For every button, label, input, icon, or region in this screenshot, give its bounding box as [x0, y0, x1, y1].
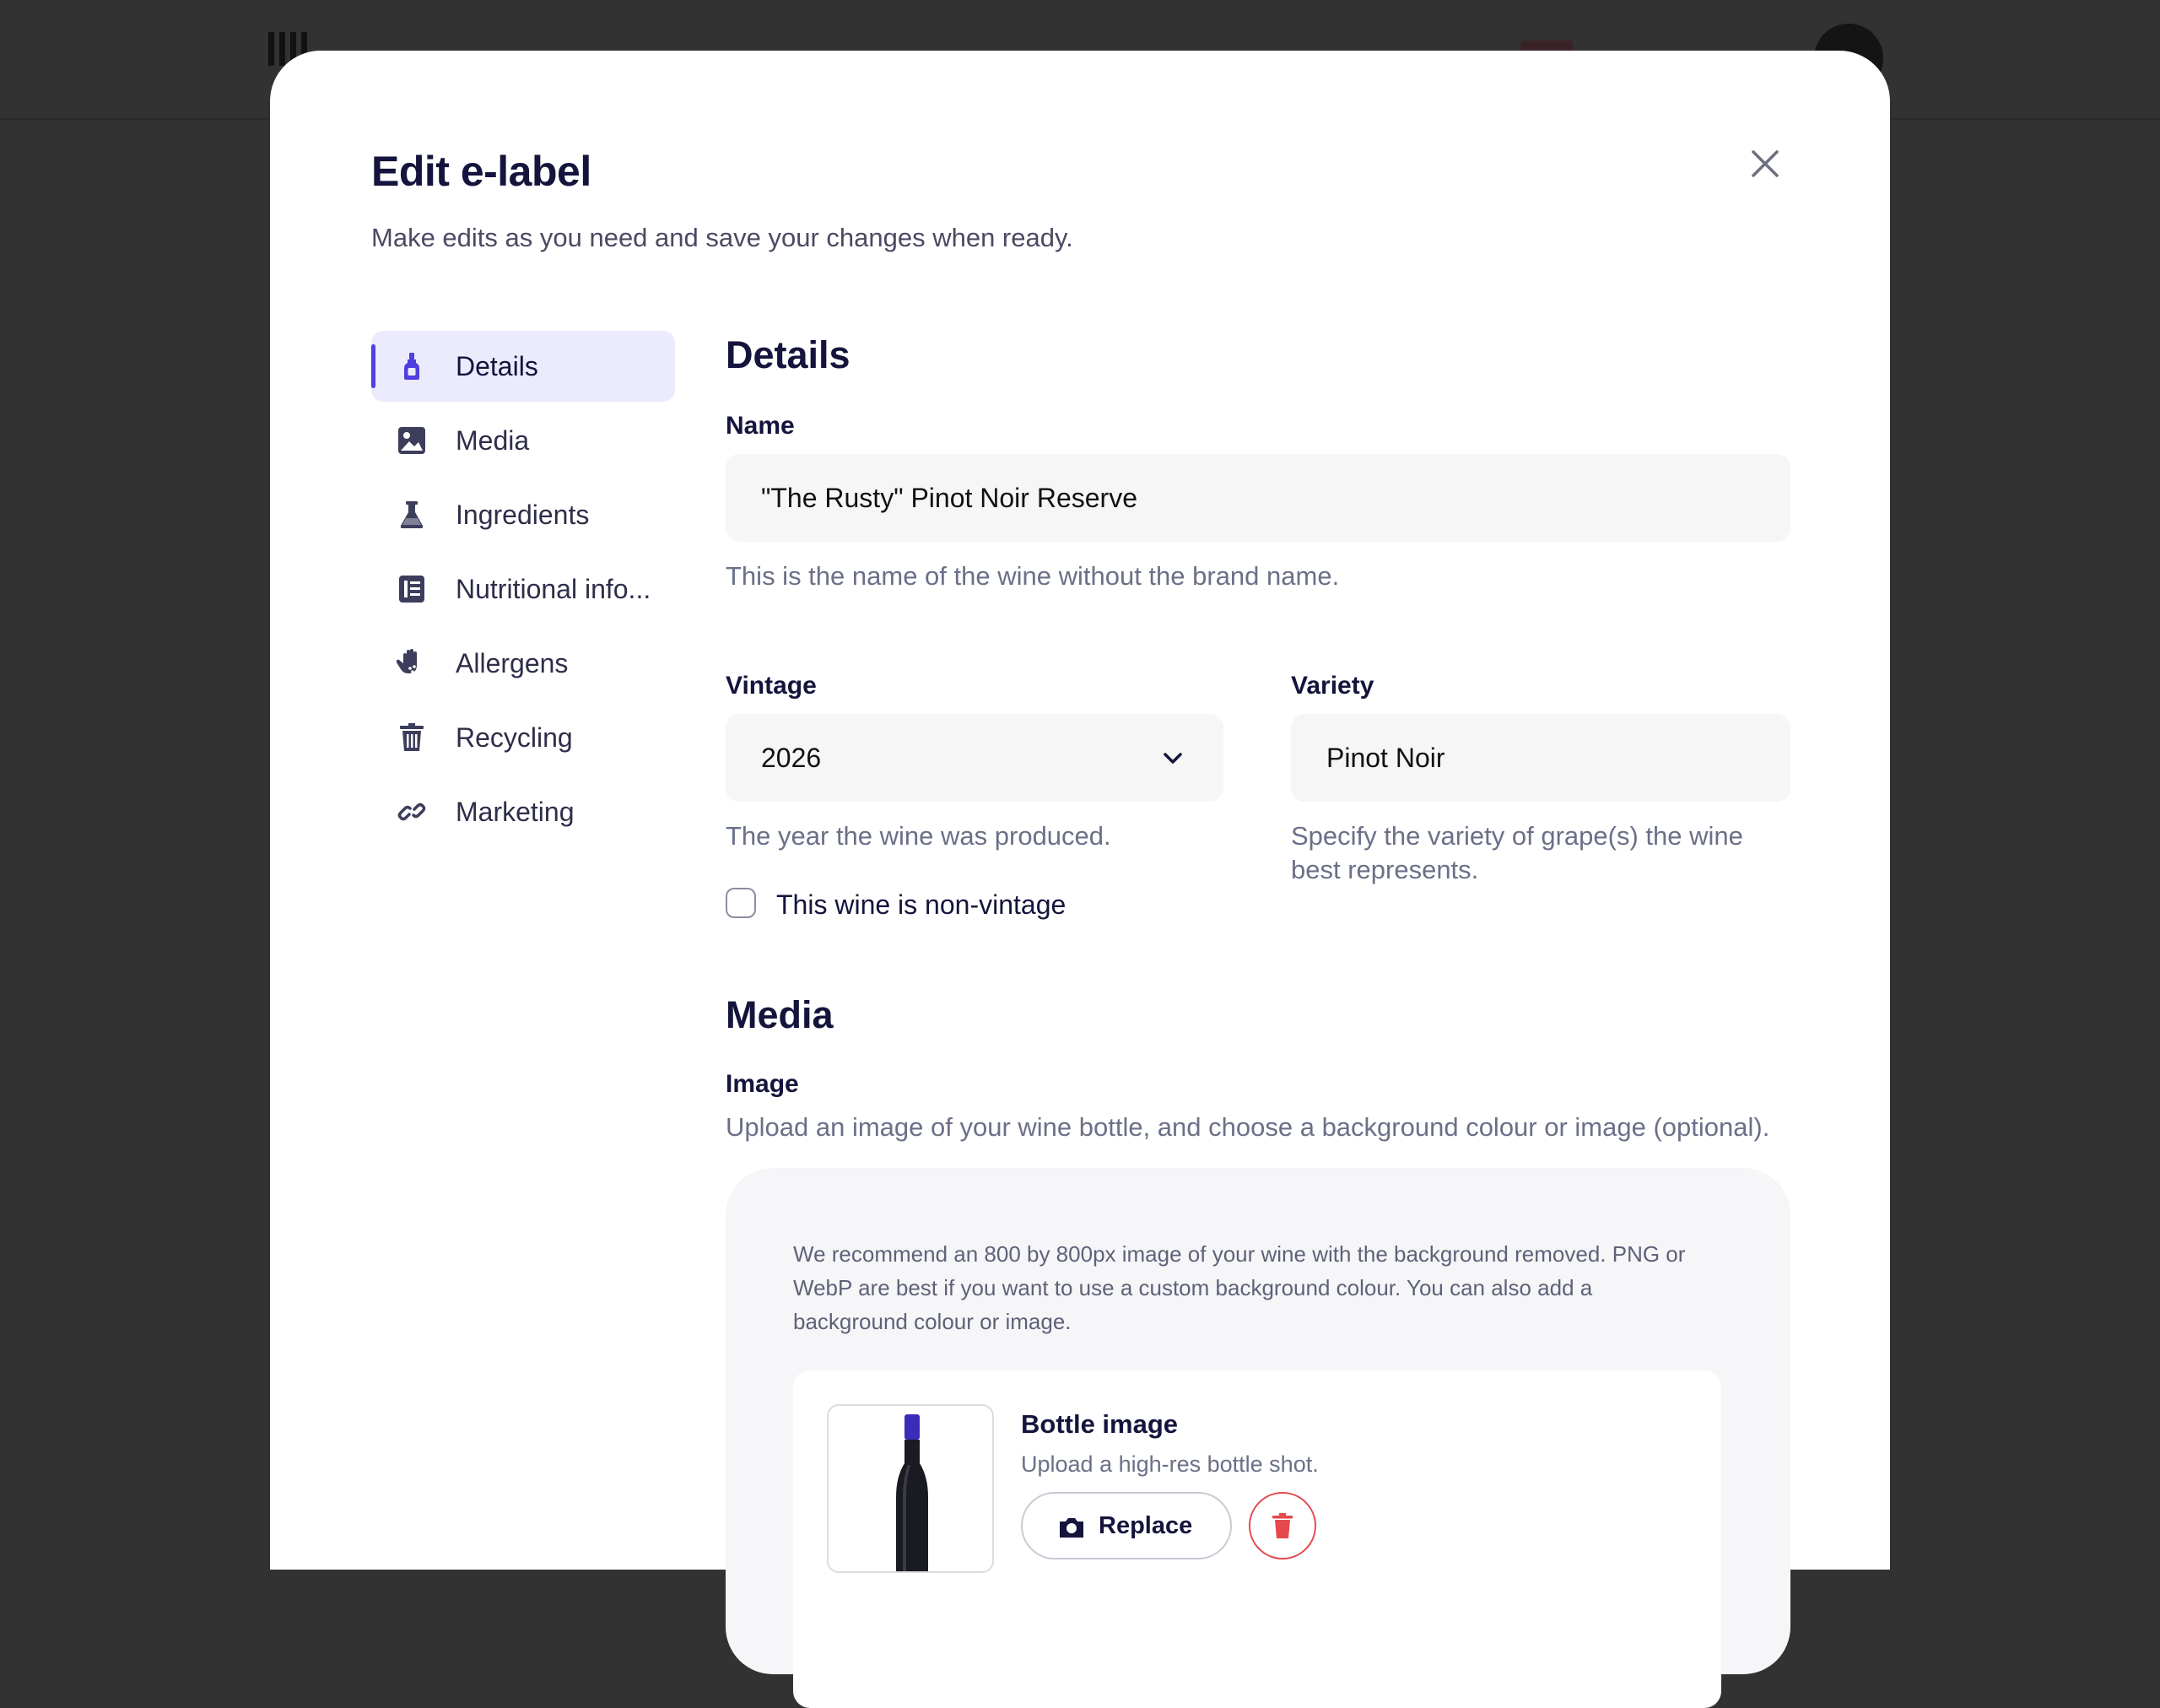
variety-label: Variety [1291, 672, 1374, 700]
nav-item-details[interactable]: Details [371, 331, 675, 402]
link-icon [397, 797, 427, 827]
bottle-image-card: Bottle image Upload a high-res bottle sh… [793, 1370, 1721, 1708]
name-field[interactable]: "The Rusty" Pinot Noir Reserve [726, 454, 1790, 542]
variety-field[interactable]: Pinot Noir [1291, 714, 1790, 802]
trash-icon [1272, 1513, 1293, 1538]
section-nav: Details Media Ingredients Nutritional in… [371, 331, 675, 851]
flask-icon [397, 500, 427, 530]
wine-bottle-icon [397, 351, 427, 381]
nav-label-nutritional-info: Nutritional info... [456, 573, 651, 604]
details-heading: Details [726, 333, 850, 376]
nav-item-recycling[interactable]: Recycling [371, 702, 675, 773]
trash-bin-icon [397, 722, 427, 753]
name-help-text: This is the name of the wine without the… [726, 561, 1340, 591]
nav-item-media[interactable]: Media [371, 405, 675, 476]
variety-help-text: Specify the variety of grape(s) the wine… [1291, 821, 1743, 884]
bottle-image-thumbnail [827, 1404, 994, 1573]
name-label: Name [726, 412, 795, 440]
hand-allergen-icon [396, 648, 427, 678]
nav-item-marketing[interactable]: Marketing [371, 776, 675, 847]
nav-label-marketing: Marketing [456, 796, 575, 827]
camera-icon [1060, 1518, 1083, 1538]
modal-subtitle: Make edits as you need and save your cha… [371, 223, 1073, 252]
nutrition-book-icon [397, 574, 427, 604]
vintage-select[interactable]: 2026 [726, 714, 1223, 802]
chevron-down-icon [1161, 746, 1185, 770]
vintage-selected-value: 2026 [761, 742, 822, 773]
image-recommendation-text: We recommend an 800 by 800px image of yo… [793, 1241, 1686, 1334]
image-icon [397, 425, 427, 456]
replace-label: Replace [1099, 1511, 1193, 1539]
nav-item-ingredients[interactable]: Ingredients [371, 479, 675, 550]
nav-label-ingredients: Ingredients [456, 499, 590, 530]
nav-label-allergens: Allergens [456, 647, 569, 678]
nav-label-recycling: Recycling [456, 722, 573, 753]
image-help-text: Upload an image of your wine bottle, and… [726, 1112, 1770, 1142]
vintage-help-text: The year the wine was produced. [726, 821, 1111, 851]
vintage-label: Vintage [726, 672, 817, 700]
close-icon[interactable] [1745, 143, 1785, 184]
image-label: Image [726, 1070, 799, 1098]
replace-image-button[interactable]: Replace [1021, 1492, 1232, 1559]
non-vintage-checkbox[interactable] [726, 888, 756, 918]
nav-item-nutritional-info[interactable]: Nutritional info... [371, 554, 675, 624]
nav-label-media: Media [456, 424, 530, 456]
media-heading: Media [726, 993, 834, 1036]
nav-item-allergens[interactable]: Allergens [371, 628, 675, 699]
bottle-image-subtitle: Upload a high-res bottle shot. [1021, 1451, 1319, 1477]
media-upload-panel: We recommend an 800 by 800px image of yo… [726, 1168, 1790, 1708]
modal-title: Edit e-label [371, 148, 591, 195]
non-vintage-label[interactable]: This wine is non-vintage [776, 889, 1066, 921]
nav-label-details: Details [456, 350, 538, 381]
delete-image-button[interactable] [1249, 1492, 1316, 1559]
edit-elabel-modal: Edit e-label Make edits as you need and … [270, 51, 1890, 1708]
bottle-image-title: Bottle image [1021, 1409, 1179, 1439]
